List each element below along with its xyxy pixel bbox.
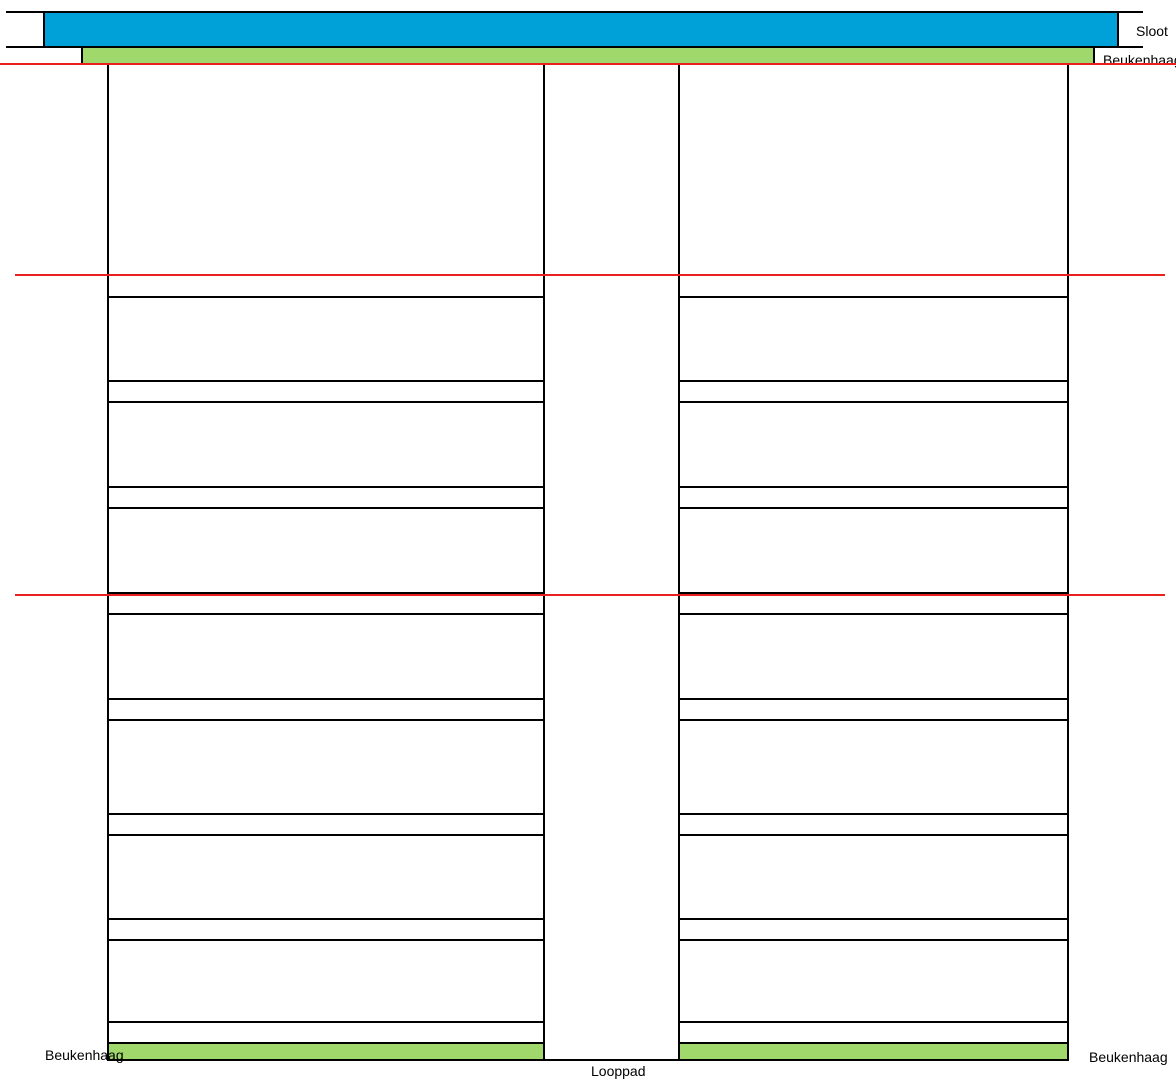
bed-block-left <box>107 64 545 1061</box>
bed-block-right <box>678 64 1069 1061</box>
hedge-bottom-right-label: Beukenhaag <box>1089 1049 1168 1065</box>
ditch <box>43 11 1119 48</box>
garden-plan: Sloot Beukenhaag Looppad Beukenhaag Beuk… <box>0 11 1176 1079</box>
hedge-top <box>81 46 1095 65</box>
hedge-bottom-left-label: Beukenhaag <box>45 1047 124 1063</box>
hedge-top-label: Beukenhaag <box>1103 52 1176 68</box>
ditch-label: Sloot <box>1136 23 1168 39</box>
hedge-bottom-right <box>678 1042 1069 1061</box>
path-label: Looppad <box>591 1063 646 1079</box>
hedge-bottom-left <box>107 1042 545 1061</box>
